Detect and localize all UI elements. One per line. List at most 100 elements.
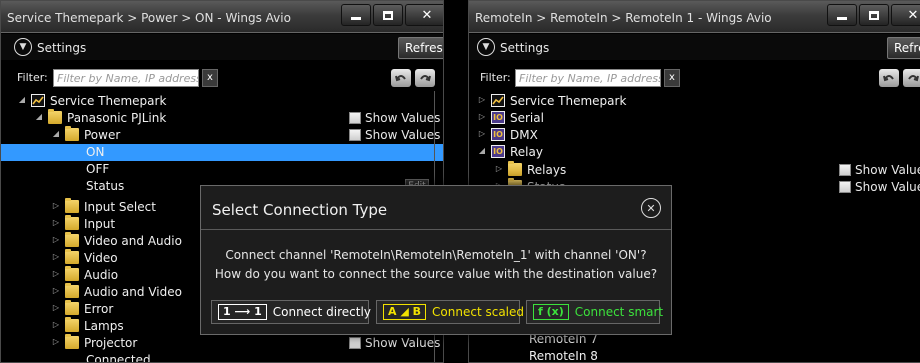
redo-button[interactable]: [415, 69, 435, 87]
filter-clear-button[interactable]: x: [664, 69, 680, 87]
tree-row[interactable]: ◢ Panasonic PJLink Show Values: [1, 109, 443, 127]
show-values-checkbox[interactable]: Show Values: [839, 180, 920, 194]
tree-row[interactable]: ◢ IO Relay: [469, 144, 920, 161]
tree-row[interactable]: ON: [1, 144, 443, 161]
io-icon: IO: [491, 128, 505, 141]
expand-arrow-icon[interactable]: ▷: [51, 320, 61, 329]
right-window-title: RemoteIn > RemoteIn > RemoteIn 1 - Wings…: [475, 11, 772, 25]
left-window-controls: ✕: [341, 4, 443, 26]
dialog-close-icon[interactable]: ✕: [641, 198, 661, 218]
tree-row[interactable]: ◢ Power Show Values: [1, 126, 443, 144]
close-button[interactable]: ✕: [891, 4, 920, 26]
folder-icon: [65, 300, 79, 315]
maximize-button[interactable]: [373, 4, 403, 26]
folder-icon: [65, 266, 79, 281]
connect-directly-button[interactable]: 1 ⟶ 1 Connect directly: [211, 300, 371, 324]
folder-icon: [48, 109, 62, 124]
connect-scaled-label: Connect scaled: [432, 305, 524, 319]
undo-button[interactable]: [391, 69, 411, 87]
expand-arrow-icon[interactable]: ▷: [51, 286, 61, 295]
tree-item-label: Service Themepark: [510, 94, 627, 108]
connect-scaled-button[interactable]: A ◢ B Connect scaled: [376, 300, 524, 324]
settings-label[interactable]: Settings: [500, 41, 549, 55]
collapse-arrow-icon[interactable]: ◢: [477, 146, 487, 155]
tree-row[interactable]: ▷ IO DMX: [469, 127, 920, 144]
left-window-title: Service Themepark > Power > ON - Wings A…: [7, 11, 291, 25]
tree-row[interactable]: ▷ Projector Show Values: [1, 334, 443, 352]
tree-item-label: Relay: [510, 145, 543, 159]
chevron-down-icon[interactable]: ▼: [477, 38, 495, 56]
right-filter-row: Filter: Filter by Name, IP address or x: [469, 61, 920, 91]
tree-row[interactable]: RemoteIn 8: [469, 348, 920, 363]
filter-input[interactable]: Filter by Name, IP address or: [53, 69, 199, 87]
redo-button[interactable]: [903, 69, 920, 87]
tree-row[interactable]: Connected: [1, 352, 443, 362]
refresh-button[interactable]: Refresh: [398, 37, 443, 59]
tree-item-label: ON: [86, 145, 105, 159]
filter-label: Filter:: [17, 71, 48, 84]
expand-arrow-icon[interactable]: ▷: [51, 235, 61, 244]
show-values-checkbox[interactable]: Show Values: [349, 128, 440, 142]
tree-row[interactable]: OFF: [1, 161, 443, 178]
show-values-checkbox[interactable]: Show Values: [839, 163, 920, 177]
refresh-button[interactable]: Refresh: [887, 37, 920, 59]
maximize-icon: [869, 10, 879, 20]
maximize-icon: [383, 10, 393, 20]
connect-directly-label: Connect directly: [272, 305, 371, 319]
settings-label[interactable]: Settings: [37, 41, 86, 55]
checkbox-icon: [349, 129, 361, 141]
expand-arrow-icon[interactable]: ▷: [477, 112, 487, 121]
folder-icon: [65, 317, 79, 332]
tree-row[interactable]: ▷ Relays Show Values: [469, 161, 920, 179]
collapse-arrow-icon[interactable]: ◢: [34, 112, 44, 121]
folder-icon: [508, 161, 522, 176]
expand-arrow-icon[interactable]: ▷: [51, 252, 61, 261]
tree-row[interactable]: ▷ Service Themepark: [469, 93, 920, 110]
dialog-title: Select Connection Type: [212, 201, 388, 219]
collapse-arrow-icon[interactable]: ◢: [51, 129, 61, 138]
filter-input[interactable]: Filter by Name, IP address or: [515, 69, 661, 87]
checkbox-icon: [349, 112, 361, 124]
expand-arrow-icon[interactable]: ▷: [51, 337, 61, 346]
close-button[interactable]: ✕: [405, 4, 443, 26]
folder-icon: [65, 232, 79, 247]
show-values-checkbox[interactable]: Show Values: [349, 336, 440, 350]
show-values-label: Show Values: [855, 163, 920, 177]
expand-arrow-icon[interactable]: ▷: [51, 201, 61, 210]
expand-arrow-icon[interactable]: ▷: [477, 95, 487, 104]
tree-item-label: Input: [84, 217, 116, 231]
checkbox-icon: [839, 164, 851, 176]
redo-icon: [420, 75, 431, 82]
minimize-button[interactable]: [827, 4, 857, 26]
expand-arrow-icon[interactable]: ▷: [494, 164, 504, 173]
expand-arrow-icon[interactable]: ▷: [477, 129, 487, 138]
tree-row[interactable]: ▷ IO Serial: [469, 110, 920, 127]
right-title-bar[interactable]: RemoteIn > RemoteIn > RemoteIn 1 - Wings…: [469, 1, 920, 33]
tree-item-label: Service Themepark: [50, 94, 167, 108]
dialog-message-line2: How do you want to connect the source va…: [214, 267, 658, 281]
tree-item-label: OFF: [86, 162, 110, 176]
undo-icon: [883, 75, 894, 82]
filter-clear-button[interactable]: x: [202, 69, 218, 87]
tree-row[interactable]: ◢ Service Themepark: [1, 93, 443, 110]
expand-arrow-icon[interactable]: ▷: [51, 218, 61, 227]
collapse-arrow-icon[interactable]: ◢: [17, 95, 27, 104]
expand-arrow-icon[interactable]: ▷: [51, 303, 61, 312]
maximize-button[interactable]: [859, 4, 889, 26]
left-title-bar[interactable]: Service Themepark > Power > ON - Wings A…: [1, 1, 443, 33]
redo-icon: [908, 75, 919, 82]
show-values-label: Show Values: [365, 336, 441, 350]
show-values-label: Show Values: [855, 180, 920, 194]
tree-item-label: Serial: [510, 111, 544, 125]
chevron-down-icon[interactable]: ▼: [14, 38, 32, 56]
show-values-checkbox[interactable]: Show Values: [349, 111, 440, 125]
direct-badge-icon: 1 ⟶ 1: [218, 304, 267, 320]
minimize-button[interactable]: [341, 4, 371, 26]
expand-arrow-icon[interactable]: ▷: [51, 269, 61, 278]
undo-button[interactable]: [879, 69, 899, 87]
undo-icon: [395, 75, 406, 82]
chart-icon: [31, 94, 45, 107]
connect-smart-button[interactable]: f (x) Connect smart: [526, 300, 663, 324]
left-filter-row: Filter: Filter by Name, IP address or x: [1, 61, 443, 91]
tree-item-label: RemoteIn 8: [529, 349, 598, 363]
